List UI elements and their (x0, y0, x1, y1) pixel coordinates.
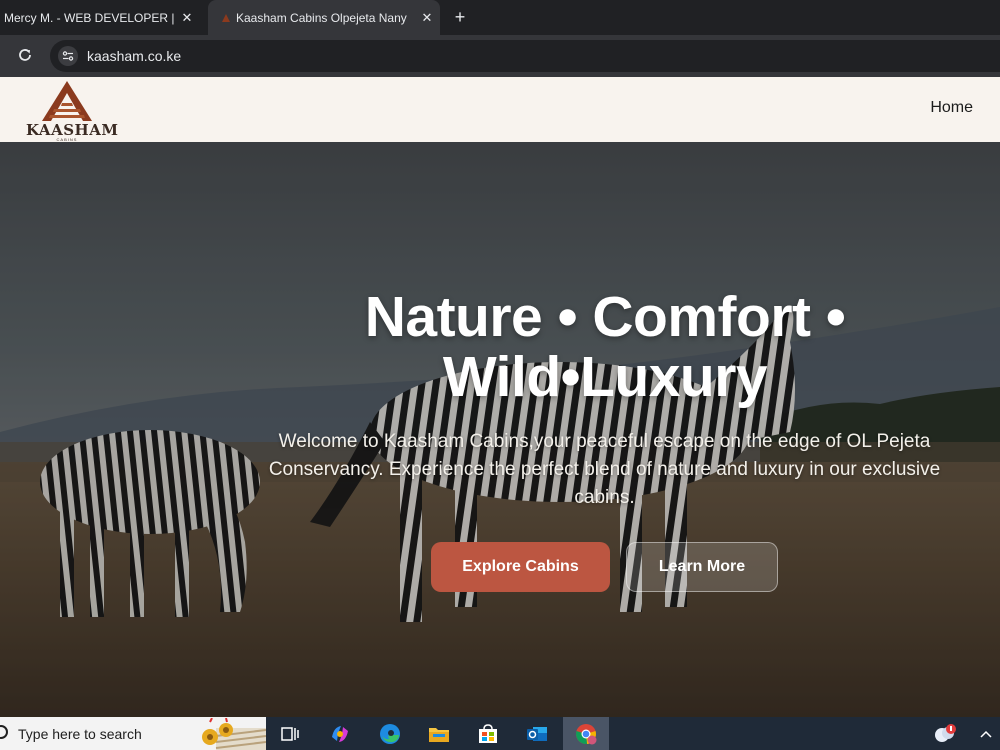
site-navbar: KAASHAM CABINS Home (0, 77, 1000, 142)
web-page: KAASHAM CABINS Home Nature • Comfort • W… (0, 77, 1000, 717)
logo-cabin-icon (42, 81, 92, 121)
tab-kaasham-cabins[interactable]: Kaasham Cabins Olpejeta Nany ✕ (208, 0, 440, 35)
favicon-icon (222, 13, 230, 22)
search-highlight-icon (202, 718, 266, 750)
hero-section: Nature • Comfort • Wild•Luxury Welcome t… (0, 142, 1000, 717)
taskbar-search-box[interactable]: Type here to search (0, 717, 266, 750)
hero-content: Nature • Comfort • Wild•Luxury Welcome t… (0, 142, 1000, 717)
outlook-icon[interactable] (514, 717, 560, 750)
search-placeholder: Type here to search (18, 726, 142, 742)
headline-line-1: Nature • Comfort • (364, 285, 846, 349)
learn-more-button[interactable]: Learn More (626, 542, 778, 592)
browser-toolbar: kaasham.co.ke (0, 35, 1000, 77)
windows-taskbar: Type here to search (0, 717, 1000, 750)
file-explorer-icon[interactable] (416, 717, 462, 750)
copilot-icon[interactable] (317, 717, 363, 750)
headline-line-2: Wild•Luxury (442, 345, 768, 409)
reload-icon[interactable] (14, 44, 36, 66)
tab-title: Mercy M. - WEB DEVELOPER | P (4, 10, 174, 25)
address-bar[interactable]: kaasham.co.ke (50, 40, 1000, 72)
nav-link-home[interactable]: Home (930, 99, 973, 117)
tab-mercy-portfolio[interactable]: Mercy M. - WEB DEVELOPER | P ✕ (0, 0, 200, 35)
hero-subtext: Welcome to Kaasham Cabins,your peaceful … (268, 431, 941, 508)
edge-icon[interactable] (367, 717, 413, 750)
search-icon (0, 725, 8, 739)
tab-close-icon[interactable]: ✕ (174, 10, 200, 26)
chrome-icon[interactable] (563, 717, 609, 750)
store-icon[interactable] (465, 717, 511, 750)
task-view-icon[interactable] (267, 717, 313, 750)
weather-icon[interactable] (922, 717, 968, 750)
url-text[interactable]: kaasham.co.ke (87, 48, 181, 64)
tab-title: Kaasham Cabins Olpejeta Nany (236, 10, 407, 25)
tab-close-icon[interactable]: ✕ (414, 10, 440, 26)
site-logo[interactable]: KAASHAM CABINS (26, 79, 118, 142)
chevron-up-icon[interactable] (972, 717, 1000, 750)
hero-headline: Nature • Comfort • Wild•Luxury (310, 287, 900, 407)
new-tab-button[interactable]: + (450, 0, 470, 35)
site-info-icon[interactable] (58, 46, 78, 66)
explore-cabins-button[interactable]: Explore Cabins (431, 542, 610, 592)
browser-tab-strip: Mercy M. - WEB DEVELOPER | P ✕ Kaasham C… (0, 0, 1000, 35)
